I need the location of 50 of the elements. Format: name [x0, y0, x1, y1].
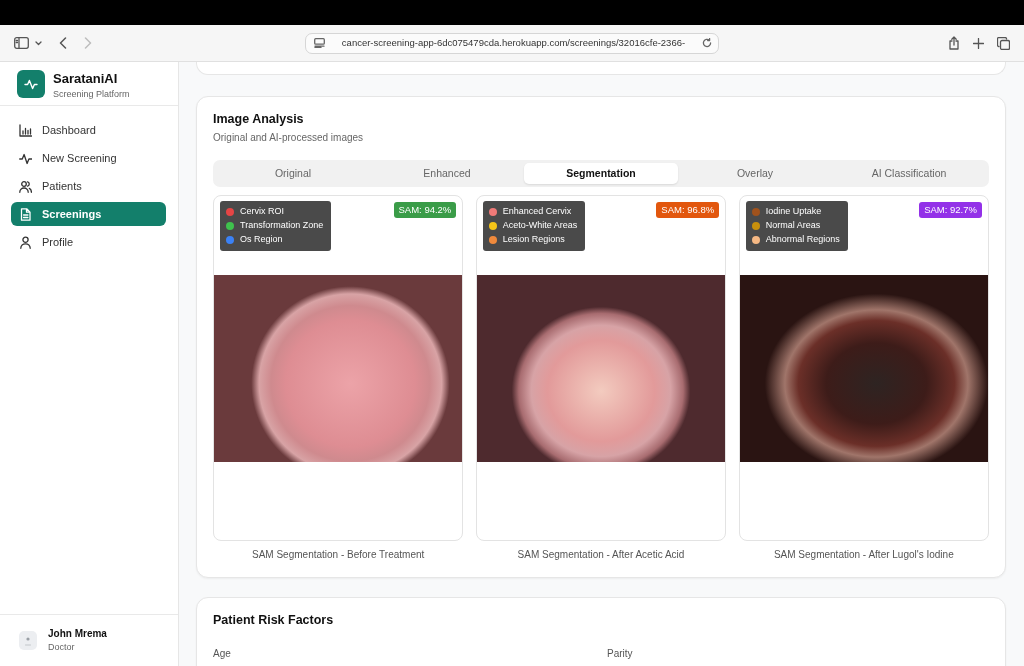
- nav-item[interactable]: Profile: [11, 230, 166, 254]
- legend-label: Lesion Regions: [502, 233, 565, 247]
- legend-label: Aceto-White Areas: [502, 219, 578, 233]
- field-label: Parity: [607, 647, 634, 660]
- nav-item[interactable]: Screenings: [11, 202, 166, 226]
- address-bar[interactable]: cancer-screening-app-6dc075479cda.herokuapp.com/screenings/32016cfe-2366-: [305, 32, 719, 54]
- image-caption: SAM Segmentation - Before Treatment: [251, 548, 426, 561]
- legend-label: Enhanced Cervix: [502, 205, 572, 219]
- legend-label: Normal Areas: [765, 219, 821, 233]
- field-label: Age: [213, 647, 232, 660]
- score-badge: SAM: 92.7%: [919, 202, 982, 218]
- url-text: cancer-screening-app-6dc075479cda.herokuapp.com/screenings/32016cfe-2366-: [340, 35, 687, 50]
- sidebar-toggle-icon[interactable]: [14, 37, 29, 49]
- user-role: Doctor: [48, 641, 76, 653]
- document-icon: [19, 207, 32, 221]
- pulse-icon: [19, 151, 32, 165]
- tab[interactable]: AI Classification: [832, 163, 986, 184]
- brand-subtitle: Screening Platform: [53, 88, 130, 100]
- nav-item[interactable]: Patients: [11, 174, 166, 198]
- image-caption: SAM Segmentation - After Lugol's Iodine: [772, 548, 955, 561]
- brand-name: SarataniAI: [53, 71, 119, 86]
- card-subtitle: Original and AI-processed images: [213, 131, 365, 145]
- score-badge: SAM: 94.2%: [393, 202, 457, 218]
- tab[interactable]: Overlay: [678, 163, 832, 184]
- user-name: John Mrema: [48, 628, 107, 640]
- bar-chart-icon: [19, 123, 32, 137]
- user-icon: [19, 235, 32, 249]
- tab[interactable]: Enhanced: [370, 163, 524, 184]
- nav-item[interactable]: New Screening: [11, 146, 166, 170]
- share-icon[interactable]: [948, 36, 960, 50]
- legend-label: Cervix ROI: [240, 205, 284, 219]
- card-title: Image Analysis: [213, 111, 305, 127]
- score-badge: SAM: 96.8%: [656, 202, 720, 218]
- image-caption: SAM Segmentation - After Acetic Acid: [516, 548, 686, 561]
- card-title: Patient Risk Factors: [213, 612, 335, 628]
- tab[interactable]: Original: [216, 163, 370, 184]
- legend-label: Os Region: [240, 233, 283, 247]
- legend-label: Iodine Uptake: [765, 205, 822, 219]
- legend-label: Transformation Zone: [240, 219, 324, 233]
- avatar-icon: [19, 631, 37, 650]
- monitor-icon[interactable]: [314, 38, 325, 48]
- legend-label: Abnormal Regions: [765, 233, 840, 247]
- users-icon: [19, 179, 32, 193]
- tab[interactable]: Segmentation: [524, 163, 678, 184]
- tabs-overview-icon[interactable]: [997, 36, 1010, 50]
- reload-icon[interactable]: [702, 38, 712, 48]
- plus-icon[interactable]: [973, 37, 984, 49]
- nav-item[interactable]: Dashboard: [11, 118, 166, 142]
- logo-icon: [17, 70, 45, 98]
- chevron-down-icon[interactable]: [35, 40, 42, 46]
